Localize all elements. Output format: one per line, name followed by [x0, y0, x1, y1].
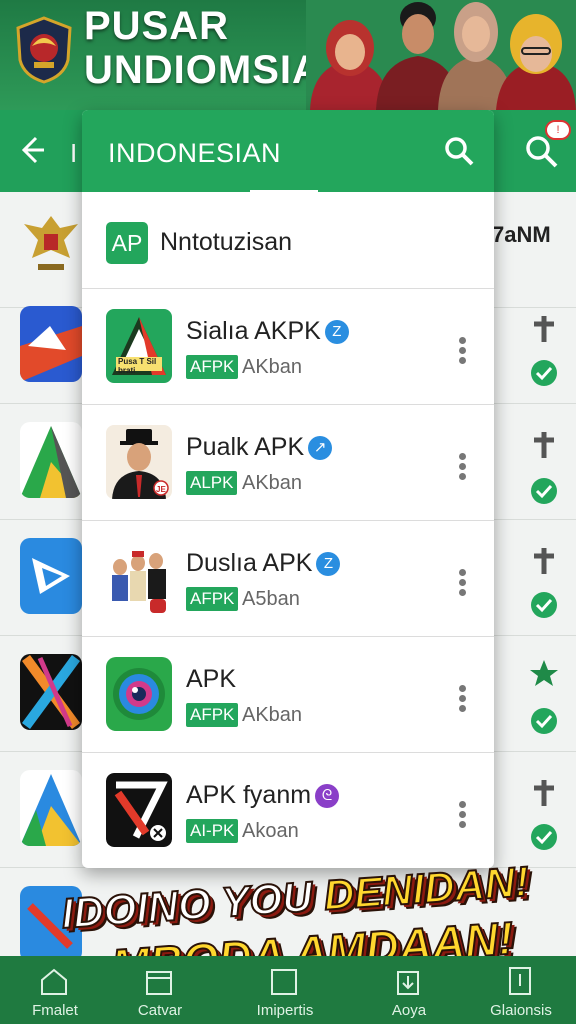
nav-label: Fmalet — [32, 1002, 78, 1019]
download-icon — [397, 971, 419, 995]
background-row-text: 7aNM — [492, 222, 551, 247]
pin-icon[interactable] — [528, 546, 560, 576]
app-list-item[interactable]: JE Pualk APK ↗ ALPK AKban — [82, 404, 494, 520]
app-icon — [20, 422, 82, 498]
apk-tag: ALPK — [186, 471, 238, 495]
app-name: Duslıa APK Z — [186, 549, 341, 578]
notification-badge[interactable]: ! — [545, 120, 571, 140]
star-icon[interactable] — [528, 658, 560, 688]
apk-tag: AFPK — [186, 587, 239, 611]
more-options-icon[interactable] — [456, 685, 468, 715]
banner-title-line1: PUSAR — [84, 4, 230, 48]
check-icon[interactable] — [528, 590, 560, 620]
app-name: Sialıa AKPK Z — [186, 317, 349, 346]
app-icon — [20, 654, 82, 730]
nav-label: Imipertis — [256, 1002, 314, 1019]
home-icon — [41, 968, 67, 995]
nav-label: Catvar — [137, 1002, 183, 1019]
verified-icon: Z — [324, 320, 349, 344]
app-icon — [20, 306, 82, 382]
pin-icon[interactable] — [528, 778, 560, 808]
more-options-icon[interactable] — [456, 337, 468, 367]
app-subtitle: Akoan — [242, 820, 299, 842]
apk-tag: AFPK — [186, 355, 239, 379]
app-list-item[interactable]: Duslıa APK Z AFPK A5ban — [82, 520, 494, 636]
app-icon — [106, 541, 172, 615]
nav-label: Aoya — [391, 1002, 427, 1019]
apk-tag: AFPK — [186, 703, 239, 727]
arrow-left-icon[interactable] — [16, 130, 46, 170]
app-icon-caption: JE — [156, 485, 166, 494]
pin-icon[interactable] — [528, 430, 560, 460]
app-list-item[interactable]: Pusa T Sil brati Sialıa AKPK Z AFPK AKban — [82, 288, 494, 404]
app-icon-caption: Pusa T Sil brati — [118, 357, 157, 375]
more-options-icon[interactable] — [456, 453, 468, 483]
people-photo-icon — [306, 0, 576, 110]
check-icon[interactable] — [528, 706, 560, 736]
app-subtitle: AKban — [242, 704, 303, 726]
ap-badge: AP — [106, 222, 148, 264]
apk-tag: AI-PK — [186, 819, 239, 843]
app-icon — [20, 538, 82, 614]
search-icon[interactable] — [442, 134, 476, 168]
crest-logo-icon — [16, 16, 72, 84]
banner-title-line2: UNDIOMSIA — [84, 48, 322, 92]
app-icon — [20, 770, 82, 846]
pin-icon[interactable] — [528, 314, 560, 344]
camera-lens-icon — [106, 657, 172, 731]
verified-icon: ↗ — [308, 436, 333, 460]
nav-item-settings[interactable]: Glaionsis — [466, 956, 576, 1024]
nav-item-home[interactable]: Fmalet — [0, 956, 110, 1024]
top-banner: PUSAR UNDIOMSIA — [0, 0, 576, 110]
dropdown-title: INDONESIAN — [108, 138, 282, 168]
app-name: Pualk APK ↗ — [186, 433, 333, 462]
nav-item-apps[interactable]: Imipertis — [230, 956, 340, 1024]
app-name: APK fyanm ᘓ — [186, 781, 340, 810]
nav-item-download[interactable]: Aoya — [354, 956, 464, 1024]
app-subtitle: AKban — [242, 356, 303, 378]
check-icon[interactable] — [528, 358, 560, 388]
app-subtitle: AKban — [242, 472, 303, 494]
check-icon[interactable] — [528, 822, 560, 852]
more-options-icon[interactable] — [456, 801, 468, 831]
app-bar-title-fragment: I — [70, 138, 78, 168]
app-name: APK — [186, 665, 237, 693]
nav-label: Glaionsis — [490, 1002, 552, 1019]
verified-icon: ᘓ — [315, 784, 340, 808]
more-options-icon[interactable] — [456, 569, 468, 599]
bottom-nav: Fmalet Catvar Imipertis Aoya Glaionsis — [0, 956, 576, 1024]
check-icon[interactable] — [528, 476, 560, 506]
nav-item-calendar[interactable]: Catvar — [105, 956, 215, 1024]
dropdown-header-item[interactable]: AP Nntotuzisan — [82, 192, 494, 288]
app-icon — [106, 773, 172, 847]
header-item-label: Nntotuzisan — [160, 228, 293, 256]
apps-icon — [271, 969, 297, 995]
garuda-emblem-icon — [24, 216, 78, 270]
app-list-item[interactable]: APK AFPK AKban — [82, 636, 494, 752]
app-subtitle: A5ban — [242, 588, 300, 610]
app-list-item[interactable]: APK fyanm ᘓ AI-PK Akoan — [82, 752, 494, 868]
settings-icon — [509, 967, 531, 995]
dropdown-header: INDONESIAN — [82, 110, 494, 193]
calendar-icon — [146, 971, 172, 995]
verified-icon: Z — [316, 552, 341, 576]
language-dropdown[interactable]: INDONESIAN AP Nntotuzisan Pusa T Sil bra… — [82, 110, 494, 868]
